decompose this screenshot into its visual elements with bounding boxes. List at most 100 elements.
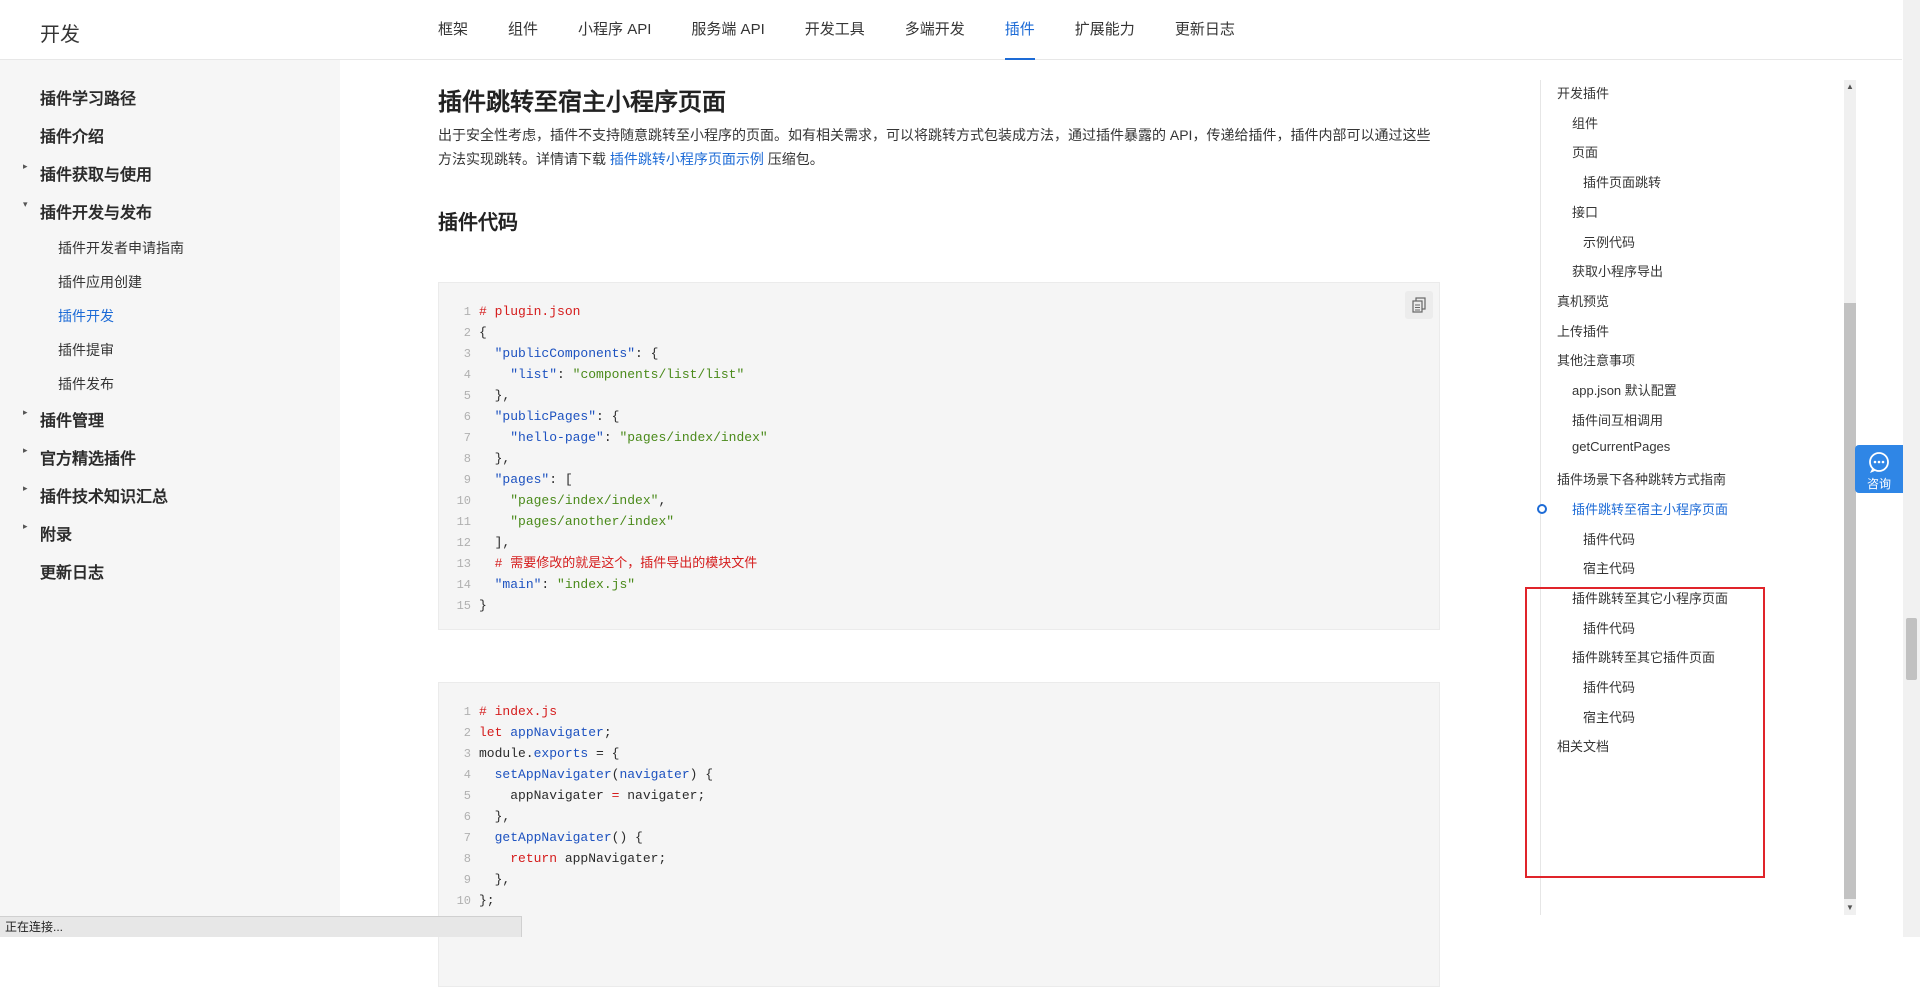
line-number: 2 (463, 326, 471, 340)
line-number: 13 (456, 557, 471, 571)
nav-tab-extensions[interactable]: 扩展能力 (1075, 0, 1135, 60)
sidebar-item-intro[interactable]: 插件介绍 (40, 123, 104, 147)
chevron-right-icon: ▸ (23, 407, 28, 417)
line-number: 10 (456, 494, 471, 508)
toc-item[interactable]: getCurrentPages (1572, 439, 1670, 454)
code-line: 15} (439, 595, 768, 616)
brand-title[interactable]: 开发 (40, 18, 80, 47)
sidebar-item-appendix[interactable]: ▸ 附录 (23, 521, 72, 545)
nav-tab-server-api[interactable]: 服务端 API (691, 0, 764, 60)
toc-rail (1540, 80, 1541, 915)
toc-item[interactable]: 插件代码 (1583, 529, 1635, 548)
scroll-down-icon[interactable]: ▼ (1846, 903, 1854, 913)
nav-tab-devtools[interactable]: 开发工具 (805, 0, 865, 60)
sidebar-item-tech-knowledge[interactable]: ▸ 插件技术知识汇总 (23, 483, 168, 507)
toc-active-dot-icon (1537, 503, 1547, 514)
example-download-link[interactable]: 插件跳转小程序页面示例 (610, 151, 764, 167)
line-number: 15 (456, 599, 471, 613)
consult-label: 咨询 (1866, 477, 1891, 491)
code-line: 7 "hello-page": "pages/index/index" (439, 427, 768, 448)
toc-item[interactable]: 上传插件 (1557, 321, 1609, 340)
code-token: exports (533, 746, 589, 761)
toc-item[interactable]: 插件间互相调用 (1572, 410, 1663, 429)
code-token: } (479, 598, 487, 613)
nav-tab-multiplatform[interactable]: 多端开发 (905, 0, 965, 60)
code-token: : { (596, 409, 620, 424)
code-token: appNavigater (479, 788, 612, 803)
chevron-right-icon: ▸ (23, 445, 28, 455)
copy-button[interactable] (1405, 291, 1433, 319)
sidebar-subitem-app-create[interactable]: 插件应用创建 (58, 272, 142, 292)
code-token: "pages/index/index" (510, 493, 659, 508)
code-token: # 需要修改的就是这个，插件导出的模块文件 (479, 556, 758, 571)
copy-icon (1412, 297, 1426, 313)
sidebar-item-changelog[interactable]: 更新日志 (40, 559, 104, 583)
code-line: 1 # index.js (439, 701, 713, 722)
toc-item[interactable]: 插件跳转至其它小程序页面 (1572, 588, 1728, 607)
toc-item[interactable]: 插件代码 (1583, 618, 1635, 637)
code-line: 11 "pages/another/index" (439, 511, 768, 532)
code-token: }, (479, 872, 511, 887)
code-token: "components/list/list" (572, 367, 745, 382)
page-scroll-thumb[interactable] (1906, 618, 1917, 680)
page-scrollbar[interactable] (1903, 0, 1920, 937)
code-line: 9 "pages": [ (439, 469, 768, 490)
toc-item[interactable]: 插件场景下各种跳转方式指南 (1557, 469, 1726, 488)
section-heading: 插件代码 (438, 212, 518, 234)
toc-item[interactable]: 接口 (1572, 202, 1598, 221)
sidebar-subitem-review[interactable]: 插件提审 (58, 340, 114, 360)
code-line: 10 "pages/index/index", (439, 490, 768, 511)
toc-item[interactable]: 相关文档 (1557, 736, 1609, 755)
code-token: appNavigater (510, 725, 604, 740)
sidebar-item-get-and-use[interactable]: ▸ 插件获取与使用 (23, 161, 152, 185)
toc-scroll-thumb[interactable] (1844, 303, 1856, 899)
nav-tab-miniprogram-api[interactable]: 小程序 API (578, 0, 651, 60)
toc-item[interactable]: 宿主代码 (1583, 558, 1635, 577)
sidebar-subitem-plugin-dev[interactable]: 插件开发 (58, 306, 114, 326)
line-number: 4 (463, 768, 471, 782)
scroll-up-icon[interactable]: ▲ (1846, 82, 1854, 92)
nav-tab-framework[interactable]: 框架 (438, 0, 468, 60)
code-token: # plugin.json (479, 304, 581, 319)
code-line: 13 # 需要修改的就是这个，插件导出的模块文件 (439, 553, 768, 574)
code-lines: 1 # plugin.json 2{3 "publicComponents": {4… (439, 301, 768, 616)
toc-item[interactable]: 真机预览 (1557, 291, 1609, 310)
toc-item[interactable]: 组件 (1572, 113, 1598, 132)
toc-scrollbar[interactable]: ▲ ▼ (1844, 80, 1856, 915)
code-line: 5 appNavigater = navigater; (439, 785, 713, 806)
code-block-index-js: 1 # index.js 2 let appNavigater; 3 module.exp… (438, 682, 1440, 987)
toc-item[interactable]: 宿主代码 (1583, 707, 1635, 726)
toc-item[interactable]: 插件跳转至宿主小程序页面 (1572, 499, 1728, 518)
code-token: "pages" (494, 472, 550, 487)
toc-item[interactable]: 获取小程序导出 (1572, 261, 1663, 280)
nav-tab-changelog[interactable]: 更新日志 (1175, 0, 1235, 60)
sidebar-item-learning-path[interactable]: 插件学习路径 (40, 85, 136, 109)
line-number: 7 (463, 831, 471, 845)
nav-tab-plugins[interactable]: 插件 (1004, 0, 1035, 60)
code-token: : (541, 577, 558, 592)
toc-item[interactable]: 插件代码 (1583, 677, 1635, 696)
toc-item[interactable]: 页面 (1572, 142, 1598, 161)
sidebar-item-official-picks[interactable]: ▸ 官方精选插件 (23, 445, 136, 469)
chevron-right-icon: ▸ (23, 521, 28, 531)
sidebar-item-develop-publish[interactable]: ▾ 插件开发与发布 (23, 199, 152, 223)
toc-item[interactable]: 其他注意事项 (1557, 350, 1635, 369)
nav-tab-components[interactable]: 组件 (508, 0, 538, 60)
toc-item[interactable]: 插件页面跳转 (1583, 172, 1661, 191)
code-token: "main" (494, 577, 542, 592)
toc-item[interactable]: app.json 默认配置 (1572, 380, 1677, 399)
toc-item[interactable]: 插件跳转至其它插件页面 (1572, 647, 1715, 666)
sidebar-item-manage[interactable]: ▸ 插件管理 (23, 407, 104, 431)
consult-button[interactable]: 咨询 (1855, 445, 1903, 493)
sidebar-subitem-dev-apply-guide[interactable]: 插件开发者申请指南 (58, 238, 184, 258)
chevron-right-icon: ▸ (23, 483, 28, 493)
toc-item[interactable]: 示例代码 (1583, 232, 1635, 251)
toc-item[interactable]: 开发插件 (1557, 83, 1609, 102)
sidebar-subitem-publish[interactable]: 插件发布 (58, 374, 114, 394)
